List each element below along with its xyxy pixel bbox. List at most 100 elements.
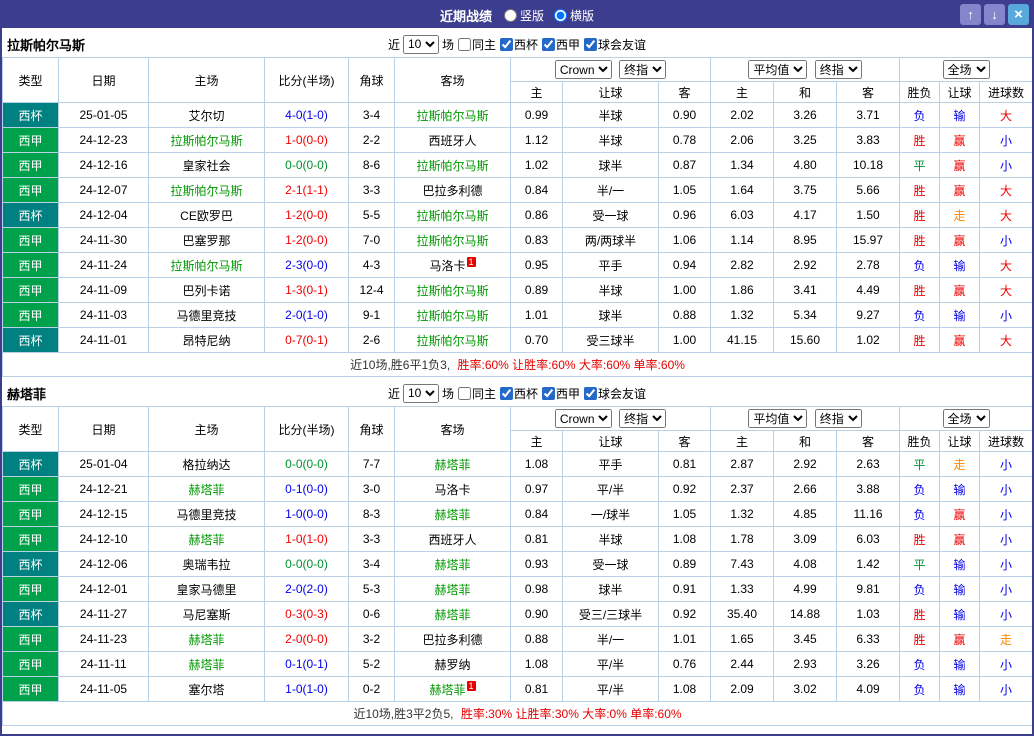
goals-result-cell: 大 — [979, 327, 1032, 353]
col-type: 类型 — [2, 406, 59, 452]
sub-col-avg-draw: 和 — [773, 430, 837, 452]
summary-row: 近10场,胜6平1负3, 胜率:60% 让胜率:60% 大率:60% 单率:60… — [2, 352, 1032, 377]
home-team-cell: 奥瑞韦拉 — [148, 551, 265, 577]
league-badge: 西甲 — [2, 501, 59, 527]
same-home-checkbox[interactable] — [457, 37, 471, 51]
avg-source-select[interactable]: 平均值 — [748, 60, 808, 79]
layout-horizontal-option[interactable]: 横版 — [554, 7, 594, 24]
match-count-select[interactable]: 10 — [402, 34, 439, 54]
corners-cell: 7-7 — [348, 451, 395, 477]
same-home-checkbox[interactable] — [457, 386, 471, 400]
league-liga-checkbox[interactable] — [542, 386, 556, 400]
scope-select[interactable]: 全场 — [942, 409, 990, 428]
league-liga-option[interactable]: 西甲 — [542, 385, 580, 402]
asian-away-odds-cell: 0.89 — [658, 551, 711, 577]
sub-col-home-odds: 主 — [510, 430, 563, 452]
layout-vertical-radio[interactable] — [503, 8, 517, 22]
avg-type-select[interactable]: 终指 — [814, 409, 862, 428]
avg-source-select[interactable]: 平均值 — [748, 409, 808, 428]
league-badge: 西甲 — [2, 152, 59, 178]
avg-home-odds-cell: 2.87 — [710, 451, 774, 477]
win-loss-cell: 负 — [899, 651, 941, 677]
date-cell: 24-12-07 — [58, 177, 149, 203]
match-row: 西甲 24-11-09 巴列卡诺 1-3(0-1) 12-4 拉斯帕尔马斯 0.89 半球 1.… — [2, 277, 1032, 303]
win-loss-cell: 胜 — [899, 277, 941, 303]
score-cell: 1-3(0-1) — [264, 277, 349, 303]
odds-source-select[interactable]: Crown — [554, 409, 612, 428]
layout-vertical-option[interactable]: 竖版 — [503, 7, 544, 24]
avg-draw-odds-cell: 15.60 — [773, 327, 837, 353]
asian-home-odds-cell: 0.89 — [510, 277, 563, 303]
away-team-cell: 赫塔菲 — [394, 451, 511, 477]
away-team-cell: 巴拉多利德 — [394, 177, 511, 203]
avg-away-odds-cell: 2.78 — [835, 252, 901, 278]
odds-type-select[interactable]: 终指 — [619, 409, 667, 428]
move-down-button[interactable]: ↓ — [984, 4, 1005, 25]
league-cup-option[interactable]: 西杯 — [500, 36, 538, 53]
league-badge: 西杯 — [2, 601, 59, 627]
sub-col-avg-away: 客 — [835, 81, 901, 103]
handicap-line-cell: 半球 — [562, 526, 659, 552]
scope-select[interactable]: 全场 — [942, 60, 990, 79]
win-loss-cell: 胜 — [899, 227, 941, 253]
score-cell: 0-3(0-3) — [264, 601, 349, 627]
league-cup-option[interactable]: 西杯 — [500, 385, 538, 402]
results-table: 类型 日期 主场 比分(半场) 角球 客场 Crown 终指 平均值 终指 全场… — [2, 57, 1032, 377]
league-badge: 西甲 — [2, 526, 59, 552]
handicap-result-cell: 走 — [939, 451, 981, 477]
handicap-line-cell: 受一球 — [562, 202, 659, 228]
same-home-option[interactable]: 同主 — [457, 36, 496, 53]
avg-type-select[interactable]: 终指 — [814, 60, 862, 79]
section-header: 拉斯帕尔马斯 近 10 场 同主 西杯 西甲 球会友谊 — [2, 31, 1032, 57]
league-cup-checkbox[interactable] — [500, 37, 513, 51]
corners-cell: 8-3 — [348, 501, 395, 527]
move-up-button[interactable]: ↑ — [960, 4, 981, 25]
league-friendly-checkbox[interactable] — [584, 37, 598, 51]
date-cell: 24-12-04 — [58, 202, 149, 228]
league-liga-option[interactable]: 西甲 — [542, 36, 580, 53]
league-friendly-label: 球会友谊 — [598, 37, 647, 52]
section-header: 赫塔菲 近 10 场 同主 西杯 西甲 球会友谊 — [2, 380, 1032, 406]
avg-draw-odds-cell: 4.80 — [773, 152, 837, 178]
avg-draw-odds-cell: 4.99 — [773, 576, 837, 602]
col-score: 比分(半场) — [264, 406, 349, 452]
handicap-line-cell: 受三球半 — [562, 327, 659, 353]
league-cup-checkbox[interactable] — [500, 386, 513, 400]
avg-home-odds-cell: 6.03 — [710, 202, 774, 228]
summary-cell: 近10场,胜6平1负3, 胜率:60% 让胜率:60% 大率:60% 单率:60… — [2, 352, 1032, 377]
win-loss-cell: 胜 — [899, 626, 941, 652]
match-count-select[interactable]: 10 — [402, 383, 439, 403]
date-cell: 24-12-15 — [58, 501, 149, 527]
close-button[interactable]: × — [1008, 4, 1029, 25]
col-score: 比分(半场) — [264, 57, 349, 103]
same-home-option[interactable]: 同主 — [457, 385, 496, 402]
avg-home-odds-cell: 2.37 — [710, 476, 774, 502]
league-liga-checkbox[interactable] — [542, 37, 556, 51]
home-team-cell: 赫塔菲 — [148, 526, 265, 552]
match-row: 西甲 24-12-23 拉斯帕尔马斯 1-0(0-0) 2-2 西班牙人 1.12 半球 0.7… — [2, 127, 1032, 153]
team-name: 拉斯帕尔马斯 — [7, 37, 86, 53]
match-row: 西甲 24-11-03 马德里竞技 2-0(1-0) 9-1 拉斯帕尔马斯 1.01 球半 0.… — [2, 302, 1032, 328]
summary-prefix: 近10场,胜6平1负3, — [350, 358, 451, 372]
league-friendly-option[interactable]: 球会友谊 — [584, 385, 646, 402]
layout-horizontal-radio[interactable] — [554, 8, 567, 22]
col-type: 类型 — [2, 57, 59, 103]
match-row: 西甲 24-11-23 赫塔菲 2-0(0-0) 3-2 巴拉多利德 0.88 半/一 1.01… — [2, 626, 1032, 652]
league-cup-label: 西杯 — [514, 386, 539, 401]
win-loss-cell: 负 — [899, 476, 941, 502]
sub-col-avg-home: 主 — [710, 81, 774, 103]
league-friendly-option[interactable]: 球会友谊 — [584, 36, 646, 53]
odds-type-select[interactable]: 终指 — [619, 60, 667, 79]
odds-source-select[interactable]: Crown — [554, 60, 612, 79]
away-team-cell: 马洛卡 — [394, 476, 511, 502]
sub-col-away-odds: 客 — [658, 430, 711, 452]
date-cell: 24-12-10 — [58, 526, 149, 552]
win-loss-cell: 负 — [899, 252, 941, 278]
asian-away-odds-cell: 0.94 — [658, 252, 711, 278]
league-friendly-checkbox[interactable] — [584, 386, 598, 400]
score-cell: 0-0(0-0) — [264, 152, 349, 178]
sub-col-winloss: 胜负 — [899, 81, 941, 103]
col-corners: 角球 — [348, 406, 395, 452]
col-home: 主场 — [148, 57, 265, 103]
league-badge: 西杯 — [2, 327, 59, 353]
